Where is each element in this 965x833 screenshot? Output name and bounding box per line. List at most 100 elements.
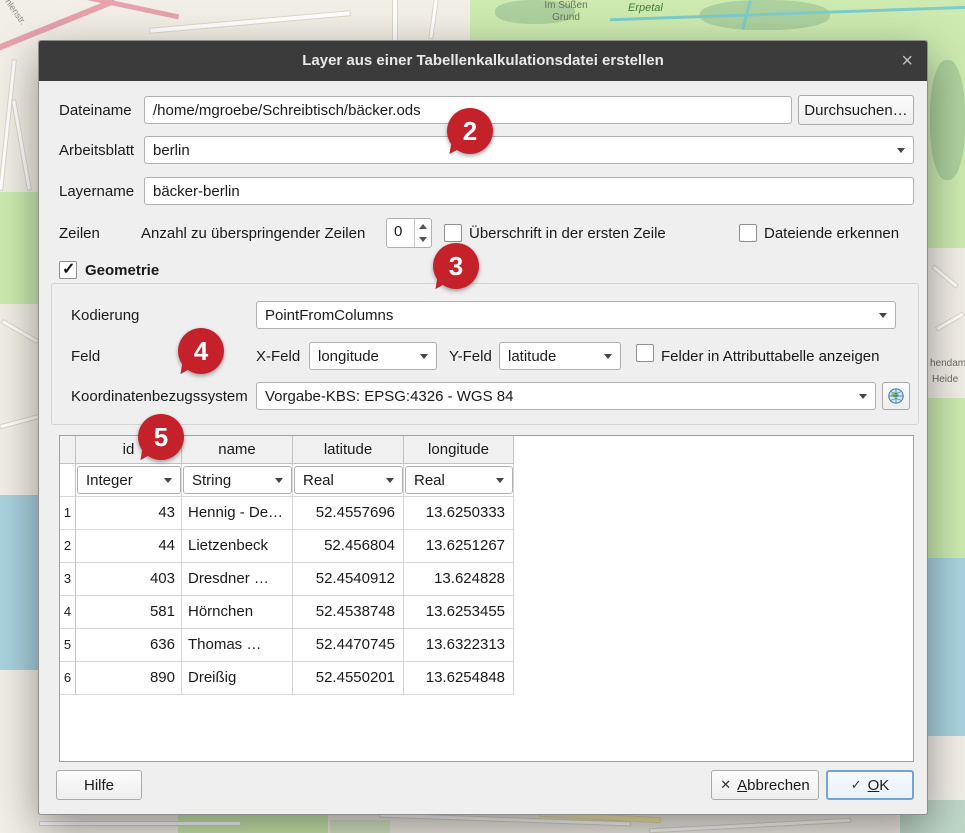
table-row[interactable]: 3 403 Dresdner … 52.4540912 13.624828 [60,563,514,596]
cell-id[interactable]: 44 [76,530,182,563]
map-road [393,0,397,40]
table-row[interactable]: 2 44 Lietzenbeck 52.456804 13.6251267 [60,530,514,563]
table-row[interactable]: 4 581 Hörnchen 52.4538748 13.6253455 [60,596,514,629]
cancel-rest: bbrechen [747,777,810,794]
annotation-badge-5: 5 [138,414,184,460]
ok-check-icon: ✓ [851,777,862,793]
map-road [933,266,958,288]
encoding-select[interactable]: PointFromColumns [256,301,896,329]
cancel-button[interactable]: ✕ Abbrechen [711,770,819,800]
help-button[interactable]: Hilfe [56,770,142,800]
cancel-x-icon: ✕ [720,777,731,793]
map-label: hendam [930,358,965,370]
badge-number: 2 [463,116,477,147]
column-header-longitude[interactable]: longitude [404,436,514,464]
worksheet-select[interactable]: berlin [144,136,914,164]
cell-name[interactable]: Hörnchen [182,596,293,629]
stepper-up-icon[interactable] [419,224,427,229]
browse-button[interactable]: Durchsuchen… [798,95,914,125]
type-select-name[interactable]: String [183,466,292,494]
layername-input[interactable] [144,177,914,205]
table-row[interactable]: 6 890 Dreißig 52.4550201 13.6254848 [60,662,514,695]
type-select-latitude[interactable]: Real [294,466,403,494]
chevron-down-icon [897,148,905,153]
geometry-checkbox[interactable] [59,261,77,279]
row-number: 2 [60,530,76,563]
help-button-label: Hilfe [84,777,114,794]
detect-eof-checkbox[interactable] [739,224,757,242]
skip-rows-stepper[interactable]: 0 [386,218,432,248]
cell-id[interactable]: 403 [76,563,182,596]
encoding-value: PointFromColumns [265,307,393,324]
chevron-down-icon [879,313,887,318]
cell-name[interactable]: Dreißig [182,662,293,695]
cell-longitude[interactable]: 13.624828 [404,563,514,596]
show-fields-checkbox[interactable] [636,344,654,362]
close-icon[interactable]: × [901,41,913,81]
table-row[interactable]: 5 636 Thomas … 52.4470745 13.6322313 [60,629,514,662]
cell-id[interactable]: 581 [76,596,182,629]
ok-button[interactable]: ✓ OK [826,770,914,800]
type-select-name-value: String [192,472,231,489]
cell-longitude[interactable]: 13.6254848 [404,662,514,695]
row-number: 4 [60,596,76,629]
cell-id[interactable]: 43 [76,497,182,530]
cell-name[interactable]: Lietzenbeck [182,530,293,563]
cell-latitude[interactable]: 52.456804 [293,530,404,563]
type-select-latitude-value: Real [303,472,334,489]
cell-name[interactable]: Hennig - De… [182,497,293,530]
dialog-titlebar[interactable]: Layer aus einer Tabellenkalkulationsdate… [39,41,927,81]
encoding-label: Kodierung [71,307,139,324]
map-road [0,415,39,428]
map-water-area [924,558,965,736]
field-label: Feld [71,348,100,365]
map-road [650,819,850,832]
x-field-select[interactable]: longitude [309,342,437,370]
rows-label: Zeilen [59,225,100,242]
crs-select[interactable]: Vorgabe-KBS: EPSG:4326 - WGS 84 [256,382,876,410]
cell-latitude[interactable]: 52.4540912 [293,563,404,596]
header-first-row-label: Überschrift in der ersten Zeile [469,225,666,242]
column-header-latitude[interactable]: latitude [293,436,404,464]
stepper-buttons[interactable] [414,219,431,247]
cell-latitude[interactable]: 52.4550201 [293,662,404,695]
type-select-longitude[interactable]: Real [405,466,513,494]
chevron-down-icon [859,394,867,399]
badge-number: 4 [194,336,208,367]
crs-picker-button[interactable] [882,382,910,410]
x-field-value: longitude [318,348,379,365]
column-header-name[interactable]: name [182,436,293,464]
stepper-down-icon[interactable] [419,237,427,242]
cell-latitude[interactable]: 52.4470745 [293,629,404,662]
annotation-badge-4: 4 [178,328,224,374]
cell-id[interactable]: 636 [76,629,182,662]
cell-name[interactable]: Dresdner … [182,563,293,596]
cell-latitude[interactable]: 52.4557696 [293,497,404,530]
type-select-id[interactable]: Integer [77,466,181,494]
table-row[interactable]: 1 43 Hennig - De… 52.4557696 13.6250333 [60,497,514,530]
cell-longitude[interactable]: 13.6251267 [404,530,514,563]
annotation-badge-2: 2 [447,108,493,154]
detect-eof-label: Dateiende erkennen [764,225,899,242]
type-row-corner [60,464,76,497]
cell-longitude[interactable]: 13.6250333 [404,497,514,530]
dialog-title: Layer aus einer Tabellenkalkulationsdate… [302,52,664,69]
map-road [936,313,963,331]
cell-longitude[interactable]: 13.6253455 [404,596,514,629]
chevron-down-icon [164,478,172,483]
layername-label: Layername [59,183,134,200]
chevron-down-icon [604,354,612,359]
cancel-accel: A [737,777,747,794]
map-green-area [330,820,390,833]
y-field-select[interactable]: latitude [499,342,621,370]
cell-id[interactable]: 890 [76,662,182,695]
crs-label: Koordinatenbezugssystem [71,388,248,405]
cell-latitude[interactable]: 52.4538748 [293,596,404,629]
ok-accel: O [868,777,880,794]
chevron-down-icon [386,478,394,483]
annotation-badge-3: 3 [433,243,479,289]
ok-button-label: OK [868,777,890,794]
cell-name[interactable]: Thomas … [182,629,293,662]
header-first-row-checkbox[interactable] [444,224,462,242]
cell-longitude[interactable]: 13.6322313 [404,629,514,662]
